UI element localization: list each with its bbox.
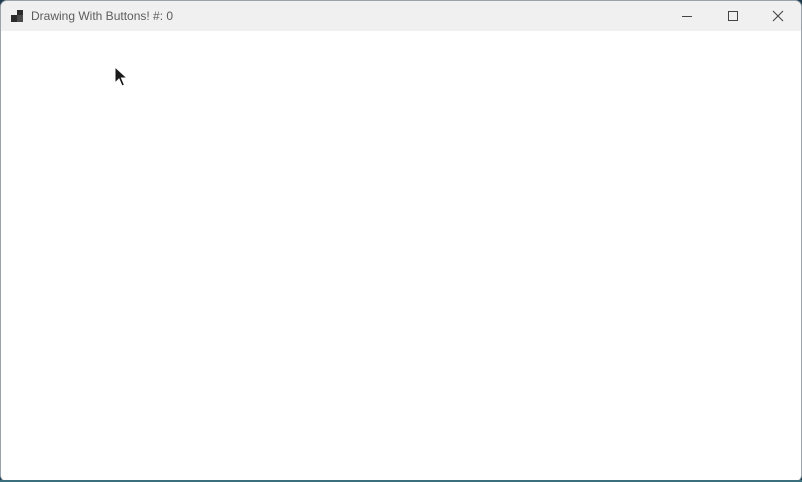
window-title: Drawing With Buttons! #: 0 xyxy=(31,9,174,23)
mouse-pointer-icon xyxy=(114,66,129,87)
close-button[interactable] xyxy=(755,1,801,31)
close-icon xyxy=(772,10,784,22)
app-grid-icon xyxy=(11,10,23,22)
minimize-button[interactable] xyxy=(664,1,710,31)
maximize-button[interactable] xyxy=(710,1,756,31)
title-bar[interactable]: Drawing With Buttons! #: 0 xyxy=(1,1,801,31)
maximize-icon xyxy=(728,11,738,21)
drawing-canvas[interactable] xyxy=(1,31,801,481)
minimize-icon xyxy=(682,16,692,17)
